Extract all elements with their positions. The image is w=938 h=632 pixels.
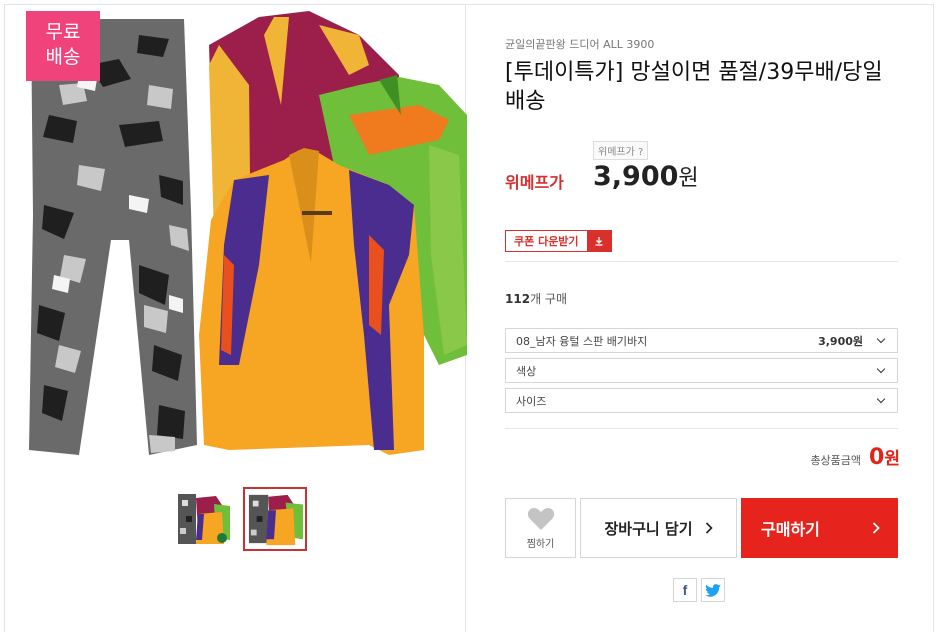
buy-label: 구매하기 <box>761 520 820 539</box>
option-select-size[interactable]: 사이즈 <box>505 388 898 413</box>
wishlist-button[interactable]: 찜하기 <box>505 498 576 558</box>
badge-line-2: 배송 <box>45 46 81 68</box>
coupon-label: 쿠폰 다운받기 <box>514 235 579 248</box>
option-select-product[interactable]: 08_남자 융털 스판 배기바지 3,900원 <box>505 328 898 353</box>
purchase-count-value: 112 <box>505 292 531 306</box>
total-value: 0원 <box>869 444 900 470</box>
wishlist-label: 찜하기 <box>526 538 555 550</box>
thumbnail-2-image <box>248 494 303 546</box>
chevron-right-icon <box>705 522 713 534</box>
badge-line-1: 무료 <box>45 21 81 43</box>
product-gallery: 무료 배송 <box>5 5 467 632</box>
product-title: [투데이특가] 망설이면 품절/39무배/당일배송 <box>505 60 883 114</box>
divider <box>505 261 898 262</box>
heart-icon <box>527 507 554 530</box>
chevron-right-icon <box>872 522 880 534</box>
social-share: f <box>673 578 725 602</box>
total-label: 총상품금액 <box>810 454 862 467</box>
download-icon <box>586 231 611 251</box>
total-price: 총상품금액 0원 <box>810 444 900 470</box>
chevron-down-icon <box>877 396 887 406</box>
wemakeprice-tooltip-button[interactable]: 위메프가 ? <box>593 141 649 160</box>
price-value: 3,900 <box>593 161 679 192</box>
price-label: 위메프가 <box>505 173 564 192</box>
buy-now-button[interactable]: 구매하기 <box>741 498 898 558</box>
free-shipping-badge: 무료 배송 <box>26 11 100 81</box>
total-amount: 0 <box>869 445 885 470</box>
total-unit: 원 <box>884 449 900 469</box>
chevron-down-icon <box>877 366 887 376</box>
price-unit: 원 <box>678 166 699 191</box>
chevron-down-icon <box>877 336 887 346</box>
purchase-count-suffix: 개 구매 <box>530 292 567 306</box>
coupon-download-button[interactable]: 쿠폰 다운받기 <box>505 230 612 252</box>
thumbnail-2[interactable] <box>243 487 307 551</box>
option-select-color[interactable]: 색상 <box>505 358 898 383</box>
color-select-label: 색상 <box>516 364 537 378</box>
purchase-count: 112개 구매 <box>505 290 567 307</box>
thumbnail-list <box>171 487 307 551</box>
facebook-share-button[interactable]: f <box>673 578 697 602</box>
size-select-label: 사이즈 <box>516 394 547 408</box>
facebook-icon: f <box>682 582 688 598</box>
twitter-icon <box>705 583 721 597</box>
camo-pants-image <box>29 19 197 455</box>
thumbnail-1-image <box>178 494 230 544</box>
product-price: 3,900원 <box>593 160 699 192</box>
twitter-share-button[interactable] <box>701 578 725 602</box>
option-selected-price: 3,900원 <box>818 334 863 348</box>
orange-top-image[interactable] <box>199 148 424 455</box>
add-to-cart-button[interactable]: 장바구니 담기 <box>580 498 737 558</box>
thumbnail-1[interactable] <box>171 487 235 551</box>
cart-label: 장바구니 담기 <box>604 519 693 538</box>
seller-name[interactable]: 균일의끝판왕 드디어 ALL 3900 <box>505 36 654 52</box>
divider <box>505 428 898 429</box>
option-selected-label: 08_남자 융털 스판 배기바지 <box>516 334 648 348</box>
